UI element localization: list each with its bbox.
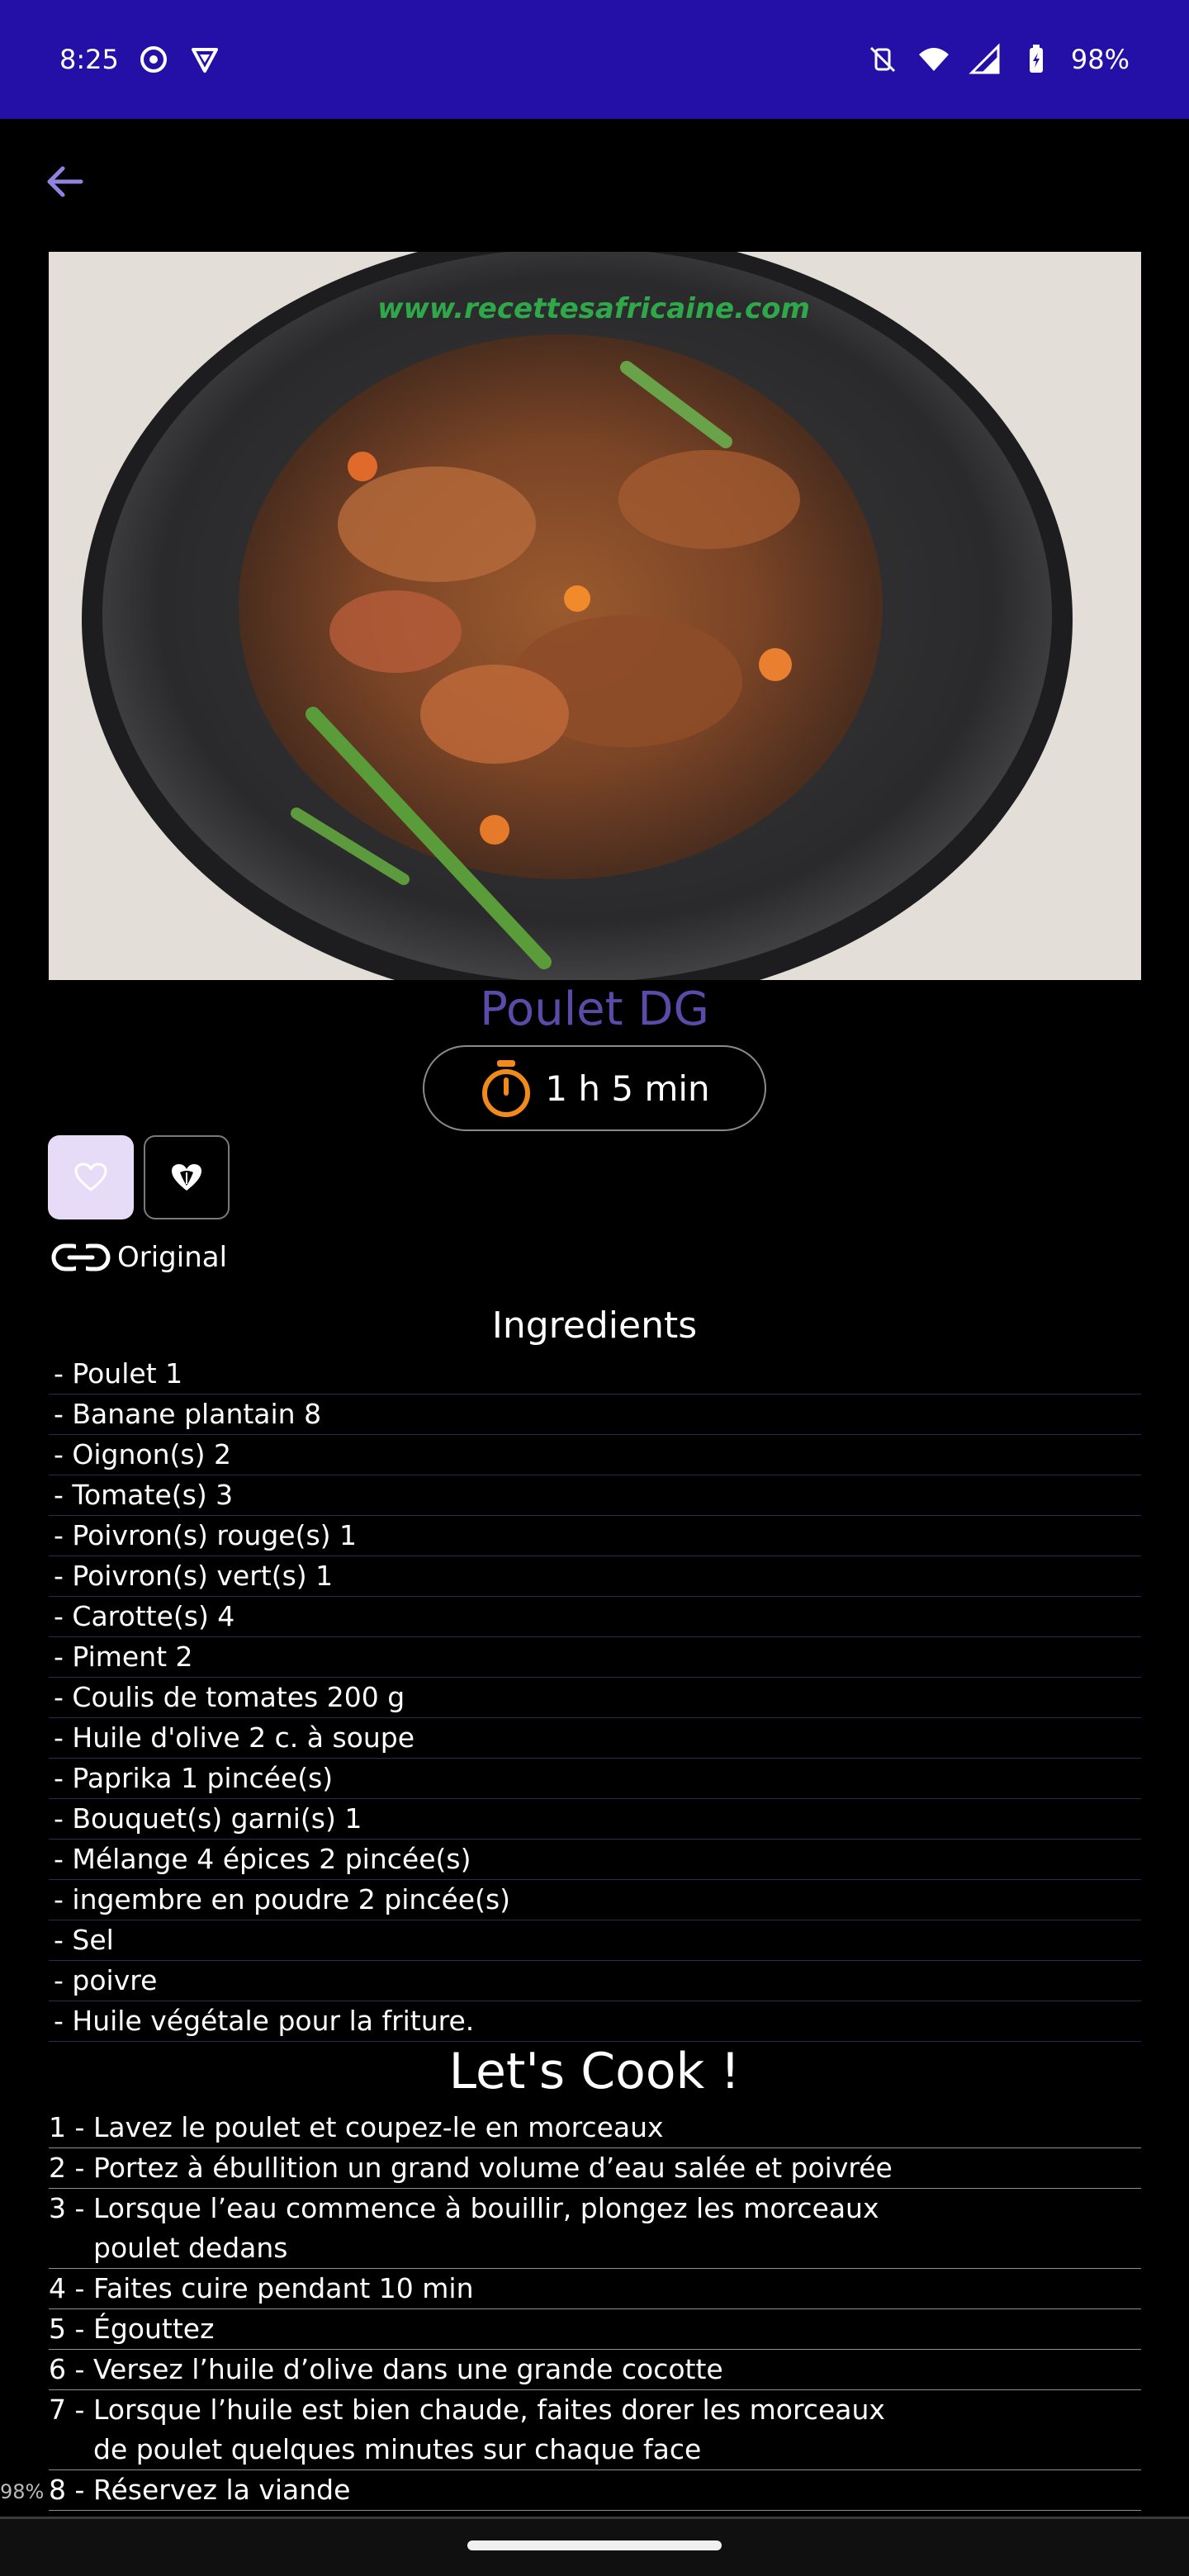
link-icon (51, 1243, 111, 1272)
step-item: 7 - Lorsque l’huile est bien chaude, fait… (49, 2390, 1141, 2470)
step-text: Lorsque l’huile est bien chaude, faites … (93, 2394, 885, 2465)
step-item: 4 - Faites cuire pendant 10 min (49, 2269, 1141, 2309)
ingredients-list: - Poulet 1 - Banane plantain 8 - Oignon(… (49, 1354, 1141, 2042)
step-item: 1 - Lavez le poulet et coupez-le en morce… (49, 2108, 1141, 2148)
step-number: 5 - (49, 2313, 85, 2345)
battery-charging-icon (1029, 45, 1043, 73)
steps-heading: Let's Cook ! (448, 2043, 741, 2100)
battery-percent: 98% (1070, 44, 1130, 75)
health-button[interactable] (144, 1135, 230, 1219)
original-link[interactable]: Original (51, 1241, 227, 1274)
status-time: 8:25 (59, 44, 119, 75)
gesture-handle[interactable] (467, 2540, 722, 2550)
arrow-left-icon (47, 166, 83, 197)
vibrate-off-icon (869, 46, 895, 73)
ingredient-item: - Bouquet(s) garni(s) 1 (49, 1799, 1141, 1840)
ingredient-item: - Poulet 1 (49, 1354, 1141, 1395)
ingredients-heading: Ingredients (491, 1305, 698, 1347)
cook-time: 1 h 5 min (545, 1068, 710, 1109)
ingredient-item: - Oignon(s) 2 (49, 1435, 1141, 1475)
step-number: 2 - (49, 2152, 85, 2184)
recipe-title: Poulet DG (480, 983, 709, 1036)
step-text: Faites cuire pendant 10 min (93, 2272, 474, 2304)
ingredient-item: - ingembre en poudre 2 pincée(s) (49, 1880, 1141, 1920)
recipe-photo: www.recettesafricaine.com (49, 252, 1141, 980)
ingredient-item: - Sel (49, 1920, 1141, 1961)
cell-signal-icon (969, 43, 1000, 74)
ingredient-item: - Paprika 1 pincée(s) (49, 1759, 1141, 1799)
step-item: 5 - Égouttez (49, 2309, 1141, 2350)
step-number: 7 - (49, 2394, 85, 2426)
heart-outline-icon (74, 1163, 107, 1191)
step-item: 3 - Lorsque l’eau commence à bouillir, pl… (49, 2189, 1141, 2269)
vpn-shield-icon (191, 48, 218, 73)
ingredient-item: - Tomate(s) 3 (49, 1475, 1141, 1516)
app-notification-icon (140, 46, 167, 73)
wifi-icon (918, 48, 949, 71)
original-label: Original (117, 1241, 228, 1274)
timer-icon (482, 1060, 531, 1117)
cook-time-chip: 1 h 5 min (423, 1045, 766, 1131)
step-item: 2 - Portez à ébullition un grand volume d… (49, 2148, 1141, 2189)
step-number: 4 - (49, 2272, 85, 2304)
ingredient-item: - Mélange 4 épices 2 pincée(s) (49, 1840, 1141, 1880)
ingredient-item: - Banane plantain 8 (49, 1395, 1141, 1435)
recipe-photo-graphic: www.recettesafricaine.com (49, 252, 1141, 980)
ingredient-item: - Coulis de tomates 200 g (49, 1678, 1141, 1718)
step-text: Égouttez (93, 2313, 215, 2345)
heart-leaf-icon (172, 1164, 201, 1191)
status-left: 8:25 (59, 43, 221, 76)
ingredient-item: - Poivron(s) rouge(s) 1 (49, 1516, 1141, 1556)
step-number: 6 - (49, 2353, 85, 2385)
ingredient-item: - Huile d'olive 2 c. à soupe (49, 1718, 1141, 1759)
step-number: 8 - (49, 2474, 85, 2506)
step-text: Lavez le poulet et coupez-le en morceaux (93, 2111, 664, 2143)
step-text: Lorsque l’eau commence à bouillir, plong… (93, 2192, 879, 2264)
ingredient-item: - Poivron(s) vert(s) 1 (49, 1556, 1141, 1597)
step-item: 6 - Versez l’huile d’olive dans une grand… (49, 2350, 1141, 2390)
scroll-percentage: 98% (0, 2480, 45, 2503)
back-button[interactable] (40, 157, 89, 206)
step-text: Réservez la viande (93, 2474, 351, 2506)
step-text: Portez à ébullition un grand volume d’ea… (93, 2152, 893, 2184)
favorite-button[interactable] (48, 1135, 134, 1219)
ingredient-item: - Huile végétale pour la friture. (49, 2001, 1141, 2042)
step-item: 8 - Réservez la viande (49, 2470, 1141, 2511)
ingredient-item: - Carotte(s) 4 (49, 1597, 1141, 1637)
step-number: 3 - (49, 2192, 85, 2224)
status-right: 98% (866, 43, 1130, 76)
step-number: 1 - (49, 2111, 85, 2143)
status-bar: 8:25 98% (0, 0, 1189, 119)
step-text: Versez l’huile d’olive dans une grande c… (93, 2353, 723, 2385)
steps-list: 1 - Lavez le poulet et coupez-le en morce… (49, 2108, 1141, 2511)
ingredient-item: - poivre (49, 1961, 1141, 2001)
photo-watermark: www.recettesafricaine.com (377, 292, 810, 325)
ingredient-item: - Piment 2 (49, 1637, 1141, 1678)
